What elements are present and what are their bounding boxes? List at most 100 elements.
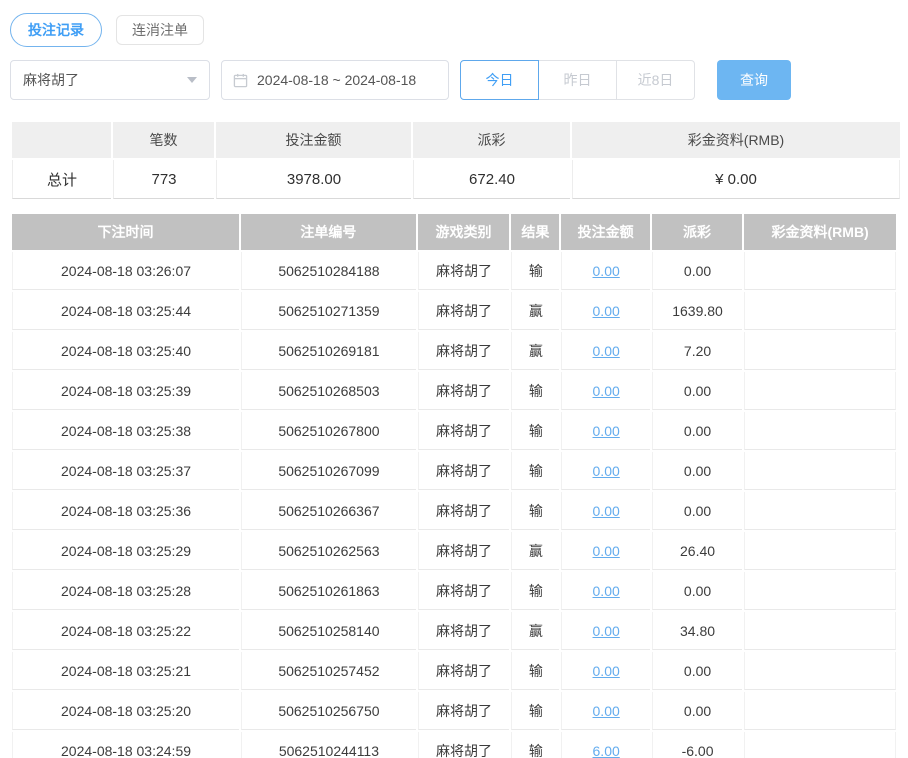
bet-amount-cell: 0.00 [561,652,650,690]
order-number-cell: 5062510244113 [241,732,416,758]
result-cell: 输 [511,652,560,690]
game-type-cell: 麻将胡了 [417,492,510,530]
bonus-cell [744,732,896,758]
summary-header-bet-amount: 投注金额 [216,122,411,158]
table-row: 2024-08-18 03:25:22 5062510258140 麻将胡了 赢… [12,612,896,650]
bet-amount-link[interactable]: 0.00 [593,623,620,639]
result-cell: 赢 [511,532,560,570]
summary-table: 笔数 投注金额 派彩 彩金资料(RMB) 总计 773 3978.00 672.… [10,120,902,201]
game-select-value: 麻将胡了 [23,72,79,88]
payout-cell: 0.00 [651,572,743,610]
bet-time-cell: 2024-08-18 03:25:22 [12,612,240,650]
bonus-cell [744,572,896,610]
game-type-cell: 麻将胡了 [417,652,510,690]
bet-amount-cell: 0.00 [561,532,650,570]
bet-amount-cell: 0.00 [561,612,650,650]
payout-cell: 0.00 [651,252,743,290]
bet-amount-link[interactable]: 0.00 [593,583,620,599]
payout-cell: 0.00 [651,412,743,450]
bonus-cell [744,492,896,530]
bet-amount-link[interactable]: 0.00 [593,343,620,359]
bet-amount-cell: 0.00 [561,412,650,450]
result-cell: 输 [511,252,560,290]
table-row: 2024-08-18 03:25:21 5062510257452 麻将胡了 输… [12,652,896,690]
bet-time-cell: 2024-08-18 03:25:20 [12,692,240,730]
table-row: 2024-08-18 03:25:44 5062510271359 麻将胡了 赢… [12,292,896,330]
bet-time-cell: 2024-08-18 03:25:40 [12,332,240,370]
result-cell: 输 [511,412,560,450]
order-number-cell: 5062510262563 [241,532,416,570]
order-number-cell: 5062510267099 [241,452,416,490]
calendar-icon [233,73,248,88]
payout-cell: 0.00 [651,692,743,730]
payout-cell: 7.20 [651,332,743,370]
bet-time-cell: 2024-08-18 03:25:36 [12,492,240,530]
result-cell: 输 [511,732,560,758]
bet-amount-cell: 0.00 [561,692,650,730]
table-row: 2024-08-18 03:25:39 5062510268503 麻将胡了 输… [12,372,896,410]
bet-time-cell: 2024-08-18 03:25:21 [12,652,240,690]
bet-amount-link[interactable]: 6.00 [593,743,620,758]
bet-time-cell: 2024-08-18 03:25:37 [12,452,240,490]
table-row: 2024-08-18 03:24:59 5062510244113 麻将胡了 输… [12,732,896,758]
bonus-cell [744,452,896,490]
table-row: 2024-08-18 03:25:28 5062510261863 麻将胡了 输… [12,572,896,610]
bet-amount-link[interactable]: 0.00 [593,503,620,519]
order-number-cell: 5062510267800 [241,412,416,450]
bet-time-cell: 2024-08-18 03:25:28 [12,572,240,610]
payout-cell: 0.00 [651,372,743,410]
summary-header-payout: 派彩 [413,122,570,158]
bet-amount-link[interactable]: 0.00 [593,663,620,679]
result-cell: 赢 [511,612,560,650]
bonus-cell [744,652,896,690]
bet-amount-link[interactable]: 0.00 [593,543,620,559]
payout-cell: -6.00 [651,732,743,758]
bonus-cell [744,532,896,570]
order-number-cell: 5062510284188 [241,252,416,290]
bet-amount-link[interactable]: 0.00 [593,383,620,399]
filter-bar: 麻将胡了 2024-08-18 ~ 2024-08-18 今日 昨日 近8日 查… [10,60,898,100]
game-select[interactable]: 麻将胡了 [10,60,210,100]
bonus-cell [744,412,896,450]
result-cell: 输 [511,692,560,730]
bet-amount-link[interactable]: 0.00 [593,303,620,319]
tab-cancelled-orders[interactable]: 连消注单 [116,15,204,45]
summary-header-count: 笔数 [113,122,214,158]
bet-amount-link[interactable]: 0.00 [593,703,620,719]
yesterday-button[interactable]: 昨日 [538,60,617,100]
summary-total-bet: 3978.00 [216,160,411,199]
bet-amount-cell: 0.00 [561,452,650,490]
game-type-cell: 麻将胡了 [417,252,510,290]
order-number-cell: 5062510271359 [241,292,416,330]
order-number-cell: 5062510261863 [241,572,416,610]
bet-amount-link[interactable]: 0.00 [593,423,620,439]
bet-amount-cell: 0.00 [561,332,650,370]
tab-bet-records[interactable]: 投注记录 [10,13,102,47]
result-cell: 赢 [511,292,560,330]
last-8-days-button[interactable]: 近8日 [616,60,695,100]
summary-header-empty [12,122,111,158]
order-number-cell: 5062510269181 [241,332,416,370]
summary-header-row: 笔数 投注金额 派彩 彩金资料(RMB) [12,122,900,158]
payout-cell: 26.40 [651,532,743,570]
query-button[interactable]: 查询 [717,60,791,100]
today-button[interactable]: 今日 [460,60,539,100]
bet-time-cell: 2024-08-18 03:25:44 [12,292,240,330]
bonus-cell [744,612,896,650]
header-bet-amount: 投注金额 [561,214,650,250]
table-row: 2024-08-18 03:25:20 5062510256750 麻将胡了 输… [12,692,896,730]
bet-time-cell: 2024-08-18 03:24:59 [12,732,240,758]
game-type-cell: 麻将胡了 [417,532,510,570]
game-type-cell: 麻将胡了 [417,732,510,758]
result-cell: 输 [511,452,560,490]
date-range-input[interactable]: 2024-08-18 ~ 2024-08-18 [221,60,449,100]
bet-amount-link[interactable]: 0.00 [593,263,620,279]
header-payout: 派彩 [651,214,743,250]
bet-amount-link[interactable]: 0.00 [593,463,620,479]
top-tabs: 投注记录 连消注单 [10,0,898,48]
game-type-cell: 麻将胡了 [417,452,510,490]
bet-amount-cell: 0.00 [561,492,650,530]
header-order-number: 注单编号 [241,214,416,250]
bet-amount-cell: 0.00 [561,572,650,610]
result-cell: 输 [511,372,560,410]
